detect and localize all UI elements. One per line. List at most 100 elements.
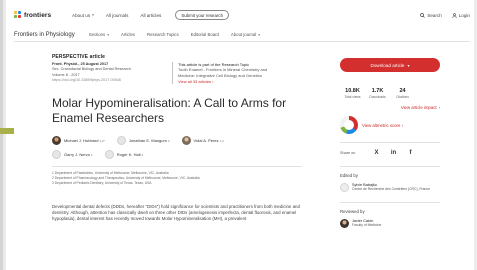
author-item[interactable]: Jonathan E. Mangum 2 bbox=[116, 136, 170, 146]
linkedin-icon[interactable]: in bbox=[385, 150, 402, 156]
article-title: Molar Hypomineralisation: A Call to Arms… bbox=[52, 96, 287, 126]
avatar bbox=[181, 136, 191, 146]
metric-views: 10.8K Total views bbox=[340, 88, 365, 99]
editor-info: Sylvie Babajko Centre de Recherche des C… bbox=[352, 183, 430, 192]
chevron-down-icon: ▾ bbox=[407, 62, 410, 68]
reviewer-card[interactable]: Javier Catón Faculty of Medicine bbox=[340, 219, 440, 228]
author-row: Michael J. Hubbard 1,2* Jonathan E. Mang… bbox=[52, 135, 302, 146]
login-button[interactable]: Login bbox=[451, 12, 470, 18]
nav-about-us-label: About us bbox=[72, 12, 91, 18]
nav-all-journals-label: All journals bbox=[105, 12, 129, 18]
metric-label: Downloads bbox=[369, 95, 386, 99]
arrow-right-icon: › bbox=[401, 122, 404, 128]
research-topic-box: This article is part of the Research Top… bbox=[172, 62, 282, 85]
research-topic-name[interactable]: Tooth Enamel - Frontiers in Mineral Chem… bbox=[178, 67, 282, 78]
author-affiliation-sup: 2 bbox=[141, 152, 144, 157]
top-navigation: frontiers About us ▾ All journals All ar… bbox=[14, 6, 470, 24]
search-button[interactable]: Search bbox=[420, 13, 442, 18]
share-row: Share on X in f bbox=[340, 142, 440, 156]
affiliation-line: 3 Department of Pediatric Dentistry, Uni… bbox=[52, 180, 152, 185]
search-label: Search bbox=[427, 12, 442, 18]
article-metrics: 10.8K Total views 1.7K Downloads 24 Cita… bbox=[340, 88, 440, 99]
x-twitter-icon[interactable]: X bbox=[368, 150, 385, 156]
altmetric-section: View altmetric score › bbox=[340, 116, 440, 134]
avatar bbox=[340, 219, 349, 228]
nav-all-journals[interactable]: All journals bbox=[106, 13, 128, 18]
author-affiliation-sup: 2 bbox=[167, 138, 170, 143]
submit-research-button[interactable]: Submit your research bbox=[175, 10, 230, 20]
facebook-icon[interactable]: f bbox=[402, 150, 419, 156]
nav-all-articles[interactable]: All articles bbox=[140, 13, 161, 18]
tab-research-topics[interactable]: Research Topics bbox=[147, 32, 179, 37]
article-meta: Front. Physiol., 25 August 2017 Sec. Cra… bbox=[52, 62, 322, 85]
browser-page: frontiers About us ▾ All journals All ar… bbox=[0, 0, 477, 270]
top-nav-actions: Search Login bbox=[420, 13, 470, 18]
tab-sections[interactable]: Sections ▾ bbox=[89, 32, 109, 37]
citation-info: Front. Physiol., 25 August 2017 Sec. Cra… bbox=[52, 62, 167, 84]
frontiers-logo-icon bbox=[14, 11, 22, 19]
tab-about-journal[interactable]: About journal ▾ bbox=[231, 32, 260, 37]
tab-sections-label: Sections bbox=[88, 32, 106, 37]
chevron-down-icon: ▾ bbox=[107, 32, 109, 37]
author-affiliation-sup: 1,2* bbox=[99, 138, 105, 143]
metric-citations: 24 Citations bbox=[390, 88, 415, 99]
author-item[interactable]: Roger K. Hall 2 bbox=[104, 150, 144, 160]
editor-card[interactable]: Sylvie Babajko Centre de Recherche des C… bbox=[340, 183, 440, 192]
author-item[interactable]: Michael J. Hubbard 1,2* bbox=[52, 136, 105, 146]
chevron-down-icon: ▾ bbox=[258, 32, 261, 37]
edited-by-heading: Edited by bbox=[340, 166, 440, 178]
tab-articles-label: Articles bbox=[120, 32, 136, 37]
reviewer-affiliation: Faculty of Medicine bbox=[352, 223, 382, 228]
author-name: Jonathan E. Mangum bbox=[128, 138, 167, 144]
view-all-articles-link[interactable]: View all 33 articles › bbox=[178, 79, 282, 84]
chevron-down-icon: ▾ bbox=[92, 13, 94, 17]
view-article-impact-label: View article impact bbox=[400, 105, 437, 110]
affiliations: 1 Department of Paediatrics, University … bbox=[52, 166, 302, 185]
author-affiliation-sup: 1 bbox=[91, 152, 93, 157]
frontiers-logo[interactable]: frontiers bbox=[14, 11, 72, 19]
metric-value: 10.8K bbox=[345, 88, 360, 94]
metric-label: Citations bbox=[396, 95, 409, 99]
view-article-impact-link[interactable]: View article impact › bbox=[340, 105, 440, 110]
nav-about-us[interactable]: About us ▾ bbox=[72, 13, 94, 18]
view-all-articles-label: View all 33 articles bbox=[178, 78, 212, 84]
brand-name: frontiers bbox=[24, 11, 52, 19]
altmetric-badge-icon[interactable] bbox=[340, 116, 358, 134]
accent-marker bbox=[0, 128, 14, 134]
metric-label: Total views bbox=[344, 95, 361, 99]
article-sidebar: Download article ▾ 10.8K Total views 1.7… bbox=[340, 58, 440, 228]
view-altmetric-link[interactable]: View altmetric score › bbox=[362, 123, 403, 128]
tab-editorial-board-label: Editorial Board bbox=[190, 32, 219, 37]
author-name: Michael J. Hubbard bbox=[64, 138, 99, 144]
author-name: Roger K. Hall bbox=[116, 152, 141, 158]
page-left-border bbox=[0, 0, 6, 270]
tab-research-topics-label: Research Topics bbox=[147, 32, 179, 37]
tab-articles[interactable]: Articles bbox=[121, 32, 135, 37]
author-item[interactable]: Vidal A. Perez 1,2 bbox=[181, 136, 224, 146]
view-altmetric-label: View altmetric score bbox=[362, 122, 401, 128]
search-icon bbox=[420, 12, 425, 18]
author-item[interactable]: Garry J. Nervo 1 bbox=[52, 150, 93, 160]
author-affiliation-sup: 1,2 bbox=[219, 138, 224, 143]
share-label: Share on bbox=[340, 151, 356, 155]
article-doi[interactable]: https://doi.org/10.3389/fphys.2017.00546 bbox=[52, 78, 167, 83]
journal-name[interactable]: Frontiers in Physiology bbox=[14, 32, 75, 38]
tab-editorial-board[interactable]: Editorial Board bbox=[191, 32, 219, 37]
journal-navigation: Frontiers in Physiology Sections ▾ Artic… bbox=[14, 28, 470, 42]
avatar bbox=[52, 150, 61, 160]
login-label: Login bbox=[458, 12, 470, 18]
arrow-right-icon: › bbox=[438, 105, 440, 110]
avatar bbox=[340, 183, 349, 192]
nav-all-articles-label: All articles bbox=[140, 12, 162, 18]
metric-value: 24 bbox=[399, 88, 406, 94]
avatar bbox=[116, 136, 126, 146]
arrow-right-icon: › bbox=[212, 78, 214, 84]
author-name: Garry J. Nervo bbox=[64, 152, 91, 158]
avatar bbox=[52, 136, 61, 146]
article-type: PERSPECTIVE article bbox=[52, 54, 106, 60]
download-article-button[interactable]: Download article ▾ bbox=[340, 58, 440, 72]
editor-affiliation: Centre de Recherche des Cordeliers (CRC)… bbox=[352, 187, 431, 192]
metric-downloads: 1.7K Downloads bbox=[365, 88, 390, 99]
author-name: Vidal A. Perez bbox=[193, 138, 219, 144]
avatar bbox=[104, 150, 114, 160]
